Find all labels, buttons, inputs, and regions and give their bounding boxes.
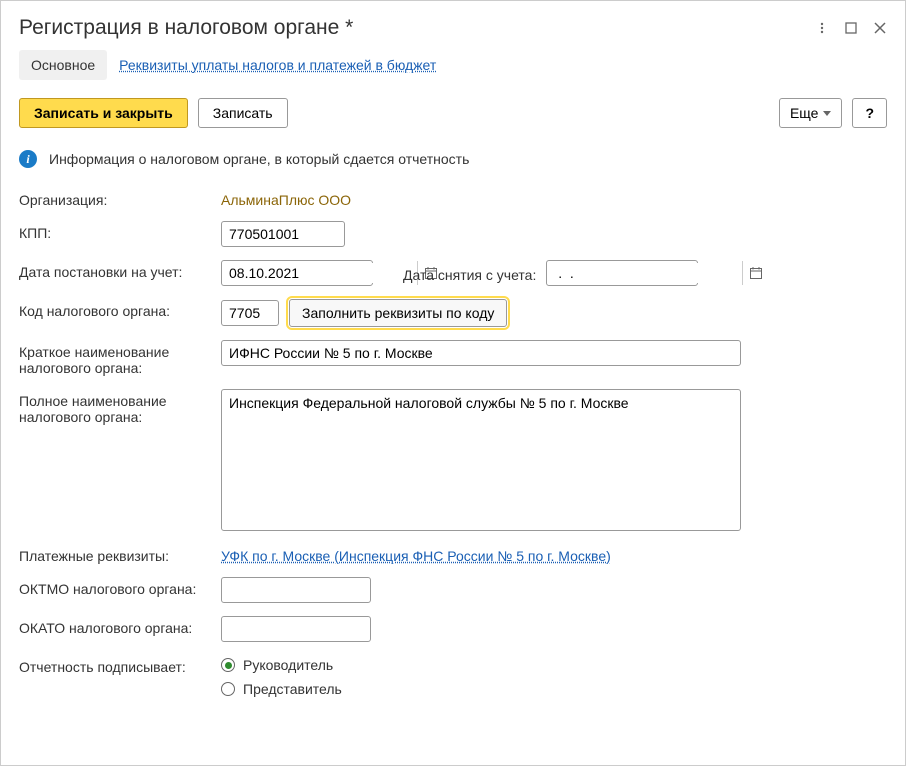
more-button[interactable]: Еще [779, 98, 843, 128]
dereg-date-input[interactable] [547, 263, 742, 283]
save-and-close-button[interactable]: Записать и закрыть [19, 98, 188, 128]
short-name-label: Краткое наименование налогового органа: [19, 340, 221, 376]
tab-main[interactable]: Основное [19, 50, 107, 80]
info-text: Информация о налоговом органе, в который… [49, 151, 469, 167]
reg-date-label: Дата постановки на учет: [19, 260, 221, 280]
short-name-input[interactable] [221, 340, 741, 366]
oktmo-input[interactable] [221, 577, 371, 603]
calendar-icon[interactable] [742, 261, 769, 285]
radio-rep-label: Представитель [243, 681, 342, 697]
menu-icon[interactable] [815, 21, 829, 35]
full-name-label: Полное наименование налогового органа: [19, 389, 221, 425]
signer-label: Отчетность подписывает: [19, 655, 221, 675]
close-icon[interactable] [873, 21, 887, 35]
fill-by-code-button[interactable]: Заполнить реквизиты по коду [289, 299, 507, 327]
okato-label: ОКАТО налогового органа: [19, 616, 221, 636]
full-name-textarea[interactable] [221, 389, 741, 531]
org-label: Организация: [19, 188, 221, 208]
radio-head-label: Руководитель [243, 657, 333, 673]
maximize-icon[interactable] [844, 21, 858, 35]
payment-label: Платежные реквизиты: [19, 544, 221, 564]
org-value: АльминаПлюс ООО [221, 188, 351, 208]
dereg-date-label: Дата снятия с учета: [403, 263, 536, 283]
code-input[interactable] [221, 300, 279, 326]
reg-date-input[interactable] [222, 263, 417, 283]
radio-icon [221, 658, 235, 672]
okato-input[interactable] [221, 616, 371, 642]
tab-requisites[interactable]: Реквизиты уплаты налогов и платежей в бю… [119, 50, 436, 80]
save-button[interactable]: Записать [198, 98, 288, 128]
kpp-label: КПП: [19, 221, 221, 241]
payment-link[interactable]: УФК по г. Москве (Инспекция ФНС России №… [221, 544, 611, 564]
radio-representative[interactable]: Представитель [221, 681, 342, 697]
chevron-down-icon [823, 111, 831, 116]
help-button[interactable]: ? [852, 98, 887, 128]
code-label: Код налогового органа: [19, 299, 221, 319]
reg-date-field[interactable] [221, 260, 373, 286]
kpp-input[interactable] [221, 221, 345, 247]
page-title: Регистрация в налоговом органе * [19, 16, 353, 40]
more-button-label: Еще [790, 105, 819, 121]
radio-icon [221, 682, 235, 696]
radio-head[interactable]: Руководитель [221, 657, 342, 673]
oktmo-label: ОКТМО налогового органа: [19, 577, 221, 597]
info-icon: i [19, 150, 37, 168]
dereg-date-field[interactable] [546, 260, 698, 286]
